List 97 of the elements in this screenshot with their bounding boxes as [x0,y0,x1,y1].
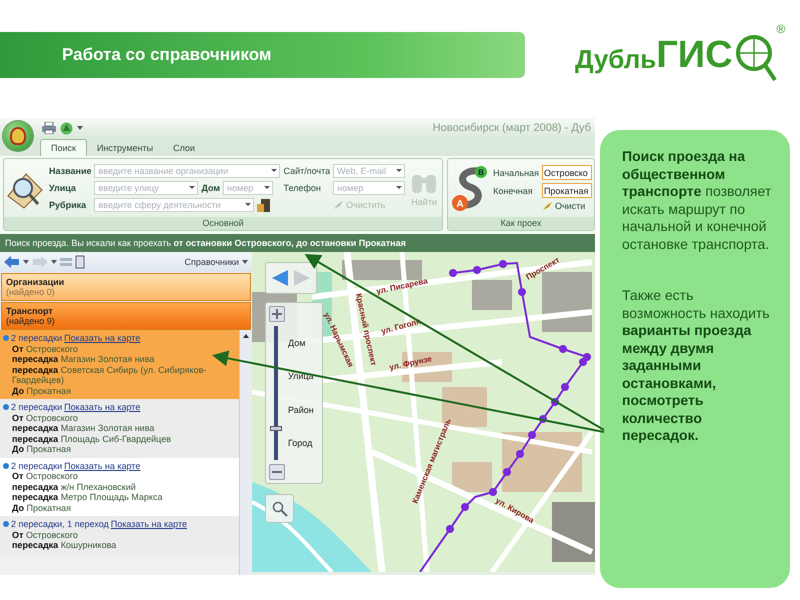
street-label: ул. Писарева [376,276,428,296]
street-label: ул. Фрунзе [388,354,433,372]
caret-icon [242,260,248,264]
ribbon-tab[interactable]: Слои [163,140,205,156]
site-field[interactable]: Web, E-mail [333,164,406,178]
dropdown-caret-icon[interactable] [396,168,402,172]
house-field[interactable]: номер [223,180,274,194]
show-on-map-link[interactable]: Показать на карте [64,460,140,471]
field-label: Дом [201,182,220,192]
left-arrow-icon[interactable] [271,269,289,287]
broom-icon [333,200,344,210]
start-stop-field[interactable]: Островско [542,165,592,180]
category-header[interactable]: Организации (найдено 0) [1,273,251,301]
stop-line: пересадка Метро Площадь Маркса [11,492,164,502]
zoom-thumb[interactable] [270,426,282,431]
category-header[interactable]: Транспорт (найдено 9) [1,302,251,330]
route-result[interactable]: 2 пересадки, 1 переход Показать на карте От Островского пересадка Кошурникова [0,516,239,554]
slide-title: Работа со справочником [62,45,272,65]
rubric-field[interactable]: введите сферу деятельности [94,198,254,212]
field-label: Улица [49,182,77,192]
field-label: Телефон [283,182,322,192]
stop-line: До Прокатная [11,386,72,396]
broom-icon [542,201,553,211]
back-arrow-icon[interactable] [4,256,20,268]
show-on-map-link[interactable]: Показать на карте [64,333,140,344]
stop-line: пересадка Магазин Золотая нива [11,423,156,434]
clear-button[interactable]: Очисти [542,201,592,211]
directory-dropdown[interactable]: Справочники [184,257,248,267]
caret-icon[interactable] [77,126,83,130]
ribbon-tab[interactable]: Инструменты [86,140,164,156]
magnifier-icon [734,34,777,82]
stop-line: От Островского [11,471,79,482]
callout-text: Также есть возможность находить варианты проезда между двумя заданными остановками, посмотреть количество пересадок. [622,287,771,444]
marker-letter: A [456,199,464,210]
name-field[interactable]: введите название организации [94,164,280,178]
ribbon-tab[interactable]: Поиск [40,139,87,156]
field-label: Сайт/почта [283,166,330,176]
bullet-dot-icon [3,462,9,469]
dropdown-caret-icon[interactable] [245,203,252,206]
status-text: Поиск проезда. Вы искали как проехать от остановки Островского, до остановки Прокатная [5,238,406,248]
dropdown-caret-icon[interactable] [189,186,196,188]
zoom-out-button[interactable] [269,464,285,480]
street-label: Красный проспект [354,292,378,366]
field-label: Рубрика [49,200,88,210]
show-on-map-link[interactable]: Показать на карте [64,402,140,412]
callout-text: Поиск проезда на общественном транспорте позволяет искать маршрут по начальной и конечной остановке транспорта. [622,148,772,253]
bullet-dot-icon [3,521,9,528]
stop-line: До Прокатная [11,444,72,454]
stop-line: пересадка Площадь Сиб-Гвардейцев [11,434,172,444]
field-label: Начальная [493,168,539,178]
route-result[interactable]: 2 пересадки Показать на карте От Островского пересадка ж/н Плехановский пересадка Метро Площадь Маркса До Прокатная [0,458,239,516]
logo-text: Дубль [575,46,656,76]
zoom-level-label[interactable]: Район [288,404,314,415]
stop-line: От Островского [11,344,79,354]
transfer-count: 2 пересадки, 1 переход [11,519,109,530]
show-on-map-link[interactable]: Показать на карте [110,519,187,530]
tree-icon[interactable] [60,122,73,134]
group-label: Основной [4,217,442,230]
field-label: Конечная [493,186,534,196]
stop-line: пересадка Магазин Золотая нива [11,354,156,364]
plus-icon [272,309,282,319]
field-label: Название [49,166,92,176]
stop-line: пересадка Советская Сибирь (ул. Сибиряков-Гвардейцев) [11,364,208,386]
zoom-level-label[interactable]: Город [288,438,314,448]
zoom-in-button[interactable] [269,306,285,322]
zoom-level-label[interactable]: Дом [288,338,314,348]
transfer-count: 2 пересадки [11,460,62,471]
stop-line: пересадка ж/н Плехановский [11,482,137,492]
group-label: Как проех [448,217,594,230]
phone-field[interactable]: номер [333,180,406,194]
transfer-count: 2 пересадки [11,402,62,412]
printer-icon[interactable] [42,122,56,134]
end-stop-field[interactable]: Прокатная [542,183,592,198]
dropdown-caret-icon[interactable] [271,168,278,172]
marker-letter: B [478,168,484,177]
logo-text: ГИС [656,36,733,78]
route-result[interactable]: 2 пересадки Показать на карте От Островского пересадка Магазин Золотая нива пересадка Советская Сибирь (ул. Сибиряков-Гвардейцев) До Прокатная [0,330,239,399]
transfer-count: 2 пересадки [11,333,62,344]
catalog-icon[interactable] [257,198,272,212]
stop-line: От Островского [11,412,79,423]
dropdown-caret-icon[interactable] [396,186,402,188]
stop-line: До Прокатная [11,502,72,513]
magnifier-button[interactable] [265,494,294,523]
caret-icon[interactable] [23,260,29,264]
bullet-dot-icon [3,335,9,342]
street-field[interactable]: введите улицу [94,180,198,194]
stop-line: От Островского [11,530,79,540]
zoom-level-label[interactable]: Улица [288,371,314,382]
bullet-dot-icon [3,404,9,410]
route-result[interactable]: 2 пересадки Показать на карте От Островского пересадка Магазин Золотая нива пересадка Площадь Сиб-Гвардейцев До Прокатная [0,399,239,458]
window-title: Новосибирск (март 2008) - Дуб [432,122,591,134]
search-icon [272,500,288,516]
dropdown-caret-icon[interactable] [264,186,270,188]
scroll-icon[interactable] [75,255,85,269]
stop-line: пересадка Кошурникова [11,540,118,550]
scrollbar[interactable] [239,330,252,575]
registered-mark: ® [776,22,786,36]
